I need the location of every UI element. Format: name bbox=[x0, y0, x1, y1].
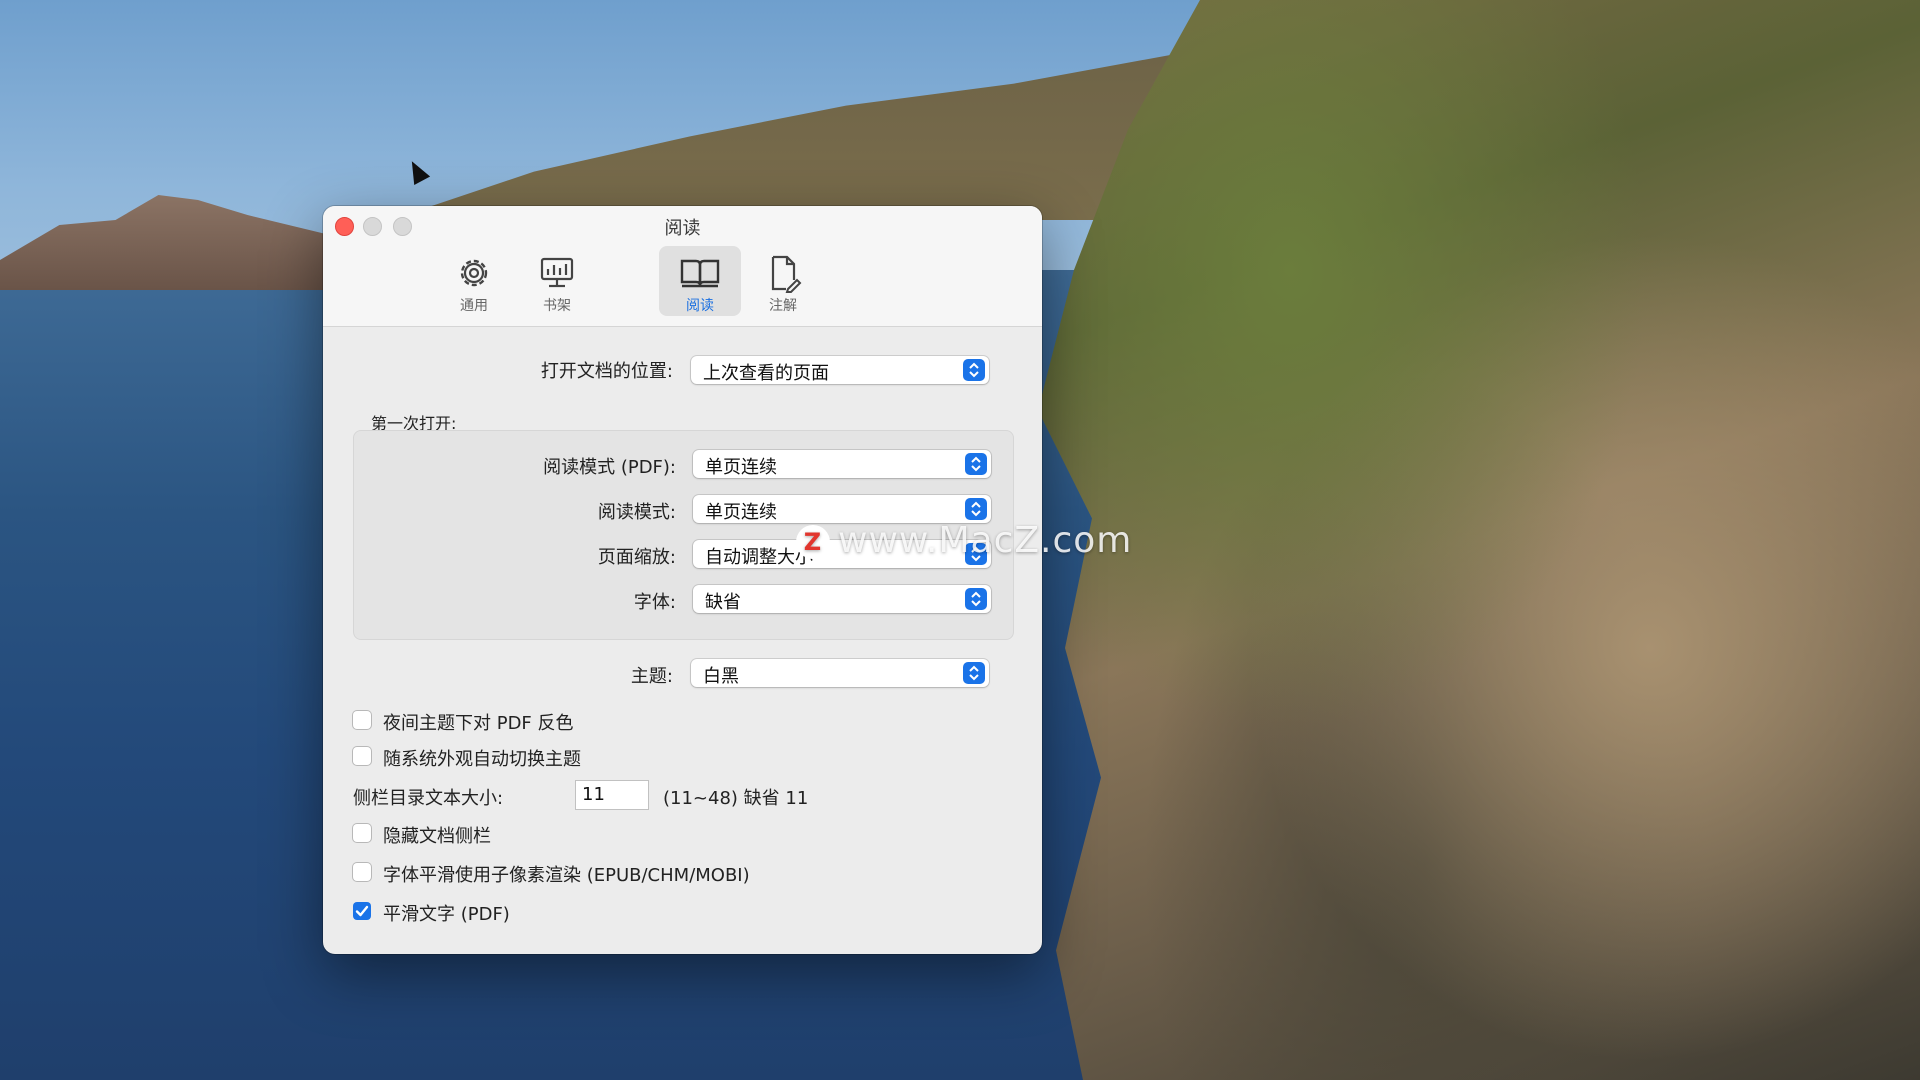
preferences-window: 阅读 通用 书架 阅读 注解 打开文档的位置: 上次查看的页面 第一次打开: 阅… bbox=[323, 206, 1042, 954]
read-mode-pdf-select[interactable]: 单页连续 bbox=[693, 450, 991, 478]
wallpaper-cliff bbox=[1038, 0, 1920, 1080]
auto-switch-theme-checkbox[interactable] bbox=[353, 747, 371, 765]
tab-annotations-label: 注解 bbox=[769, 298, 797, 314]
open-position-select[interactable]: 上次查看的页面 bbox=[691, 356, 989, 384]
sidebar-text-size-label: 侧栏目录文本大小: bbox=[353, 788, 504, 809]
watermark: Zwww.MacZ.com bbox=[796, 520, 1132, 561]
invert-pdf-night-checkbox[interactable] bbox=[353, 711, 371, 729]
font-label: 字体: bbox=[633, 592, 676, 613]
open-position-label: 打开文档的位置: bbox=[540, 361, 673, 382]
monitor-icon bbox=[540, 257, 574, 288]
theme-value: 白黑 bbox=[703, 666, 739, 687]
checkmark-icon bbox=[355, 905, 369, 917]
watermark-text: www.MacZ.com bbox=[838, 520, 1133, 561]
read-mode-pdf-value: 单页连续 bbox=[705, 457, 777, 478]
sidebar-text-size-input[interactable]: 11 bbox=[576, 781, 648, 809]
tab-reading[interactable]: 阅读 bbox=[659, 246, 741, 316]
hide-sidebar-label: 隐藏文档侧栏 bbox=[383, 826, 491, 847]
gear-icon bbox=[460, 259, 488, 287]
font-value: 缺省 bbox=[705, 592, 741, 613]
read-mode-select[interactable]: 单页连续 bbox=[693, 495, 991, 523]
smooth-text-pdf-label: 平滑文字 (PDF) bbox=[383, 904, 510, 925]
read-mode-pdf-label: 阅读模式 (PDF): bbox=[543, 457, 676, 478]
tab-general[interactable]: 通用 bbox=[433, 246, 515, 316]
theme-select[interactable]: 白黑 bbox=[691, 659, 989, 687]
window-title: 阅读 bbox=[664, 218, 701, 239]
subpixel-render-checkbox[interactable] bbox=[353, 863, 371, 881]
read-mode-label: 阅读模式: bbox=[597, 502, 676, 523]
tab-general-label: 通用 bbox=[460, 298, 488, 314]
tab-annotations[interactable]: 注解 bbox=[742, 246, 824, 316]
subpixel-render-label: 字体平滑使用子像素渲染 (EPUB/CHM/MOBI) bbox=[383, 865, 750, 886]
smooth-text-pdf-checkbox[interactable] bbox=[353, 902, 371, 920]
window-titlebar: 阅读 通用 书架 阅读 注解 bbox=[323, 206, 1042, 327]
chevron-updown-icon bbox=[965, 453, 987, 475]
chevron-updown-icon bbox=[963, 662, 985, 684]
read-mode-value: 单页连续 bbox=[705, 502, 777, 523]
invert-pdf-night-label: 夜间主题下对 PDF 反色 bbox=[383, 713, 574, 734]
tab-reading-label: 阅读 bbox=[686, 298, 714, 314]
chevron-updown-icon bbox=[963, 359, 985, 381]
tab-bookshelf[interactable]: 书架 bbox=[516, 246, 598, 316]
sidebar-text-size-value: 11 bbox=[582, 784, 605, 805]
theme-label: 主题: bbox=[630, 666, 673, 687]
annotate-doc-icon bbox=[771, 255, 802, 293]
sidebar-text-size-hint: (11~48) 缺省 11 bbox=[663, 788, 809, 809]
chevron-updown-icon bbox=[965, 498, 987, 520]
book-icon bbox=[680, 259, 720, 288]
chevron-updown-icon bbox=[965, 588, 987, 610]
font-select[interactable]: 缺省 bbox=[693, 585, 991, 613]
auto-switch-theme-label: 随系统外观自动切换主题 bbox=[383, 749, 581, 770]
watermark-logo: Z bbox=[796, 525, 830, 559]
hide-sidebar-checkbox[interactable] bbox=[353, 824, 371, 842]
open-position-value: 上次查看的页面 bbox=[703, 363, 829, 384]
page-zoom-label: 页面缩放: bbox=[597, 547, 676, 568]
tab-bookshelf-label: 书架 bbox=[543, 298, 571, 314]
